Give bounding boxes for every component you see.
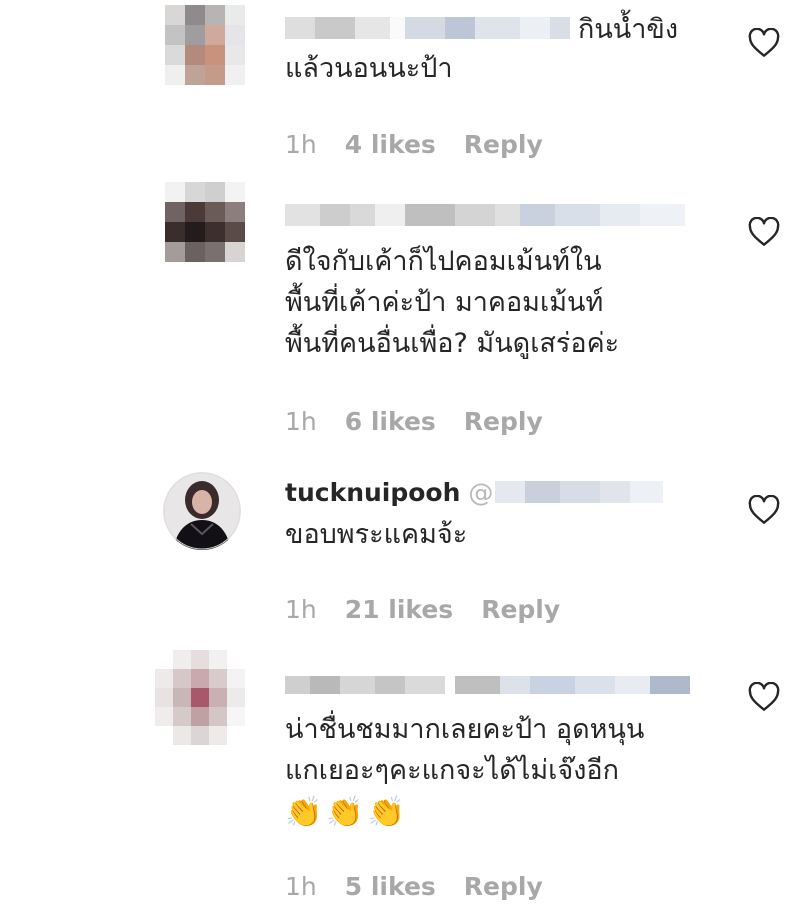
comment-text-line: ขอบพระแคมจ้ะ bbox=[285, 519, 468, 550]
comment-time: 1h bbox=[285, 407, 317, 436]
likes-count[interactable]: 4 likes bbox=[345, 130, 436, 159]
reply-button[interactable]: Reply bbox=[464, 130, 543, 159]
mention-prefix: @ bbox=[468, 477, 494, 507]
comment-text-line: แล้วนอนนะป้า bbox=[285, 53, 453, 84]
likes-count[interactable]: 6 likes bbox=[345, 407, 436, 436]
reply-button[interactable]: Reply bbox=[464, 872, 543, 901]
comment-text-line: พื้นที่เค้าค่ะป้า มาคอมเม้นท์ bbox=[285, 287, 604, 318]
avatar[interactable] bbox=[163, 472, 241, 550]
avatar[interactable] bbox=[165, 5, 245, 85]
heart-outline-icon[interactable] bbox=[748, 28, 780, 58]
comment-text-line: พื้นที่คนอื่นเพื่อ? มันดูเสร่อค่ะ bbox=[285, 328, 620, 359]
comment-text-inline: กินน้ำขิง bbox=[578, 13, 679, 45]
comment-text-line: ดีใจกับเค้าก็ไปคอมเม้นท์ใน bbox=[285, 246, 602, 277]
avatar[interactable] bbox=[155, 650, 245, 745]
reply-button[interactable]: Reply bbox=[464, 407, 543, 436]
avatar[interactable] bbox=[165, 182, 245, 262]
comment-time: 1h bbox=[285, 595, 317, 624]
likes-count[interactable]: 5 likes bbox=[345, 872, 436, 901]
mention-blurred[interactable] bbox=[495, 481, 664, 503]
comment-text-line: น่าชื่นชมมากเลยคะป้า อุดหนุน bbox=[285, 714, 645, 745]
clapping-hands-emoji: 👏👏👏 bbox=[285, 795, 410, 830]
heart-outline-icon[interactable] bbox=[748, 217, 780, 247]
likes-count[interactable]: 21 likes bbox=[345, 595, 453, 624]
reply-button[interactable]: Reply bbox=[481, 595, 560, 624]
heart-outline-icon[interactable] bbox=[748, 682, 780, 712]
comment-text-line: แกเยอะๆคะแกจะได้ไม่เจ๊งอีก bbox=[285, 755, 619, 786]
comment-time: 1h bbox=[285, 130, 317, 159]
username-blurred[interactable] bbox=[285, 17, 570, 39]
profile-photo bbox=[163, 472, 241, 550]
username-blurred[interactable] bbox=[285, 204, 685, 226]
heart-outline-icon[interactable] bbox=[748, 495, 780, 525]
comment-time: 1h bbox=[285, 872, 317, 901]
username[interactable]: tucknuipooh bbox=[285, 478, 460, 507]
username-blurred[interactable] bbox=[285, 676, 690, 694]
